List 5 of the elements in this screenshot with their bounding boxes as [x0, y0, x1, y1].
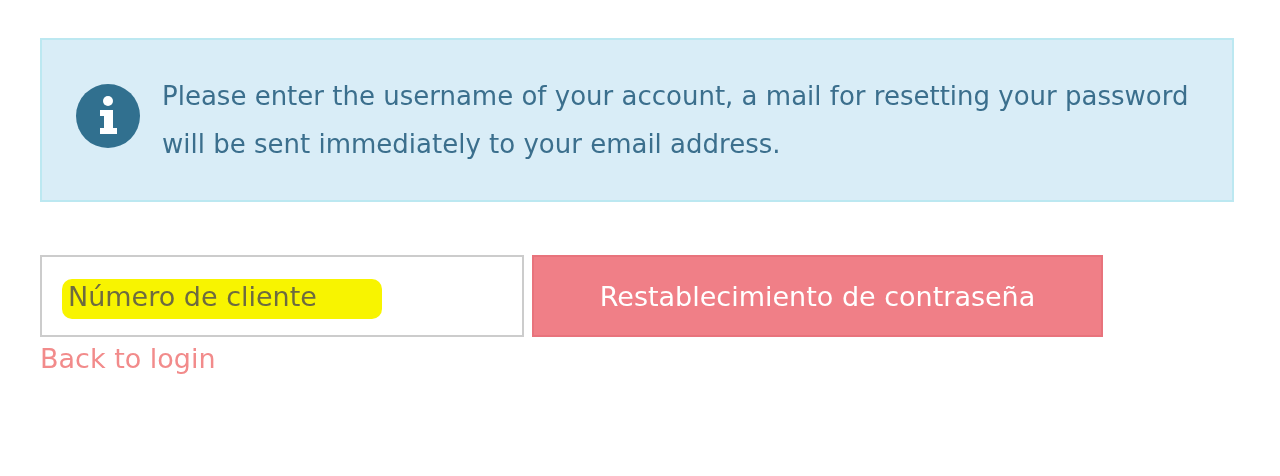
- back-to-login-link[interactable]: Back to login: [40, 343, 216, 374]
- alert-message: Please enter the username of your account, a mail for resetting your password will be sent immediately to your email address.: [162, 80, 1190, 161]
- reset-password-button[interactable]: Restablecimiento de contraseña: [532, 255, 1103, 337]
- info-icon: [76, 84, 140, 148]
- customer-number-field[interactable]: Número de cliente: [40, 255, 524, 337]
